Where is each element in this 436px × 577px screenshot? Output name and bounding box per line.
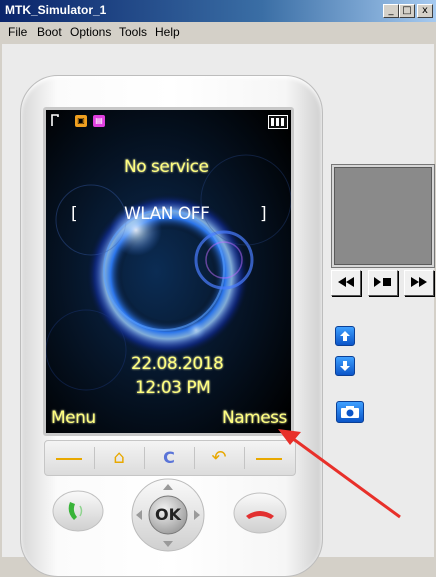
rewind-button[interactable] [331, 270, 361, 296]
camera-icon [341, 406, 359, 418]
fast-forward-icon [411, 277, 427, 287]
end-call-button[interactable] [233, 492, 287, 534]
time-display: 12:03 PM [135, 378, 211, 398]
home-button[interactable]: ⌂ [95, 441, 143, 475]
menu-file[interactable]: File [8, 25, 27, 39]
right-softkey-button[interactable] [245, 441, 293, 475]
wlan-status: WLAN OFF [124, 204, 210, 224]
wlan-right-bracket: ] [260, 204, 267, 224]
right-softkey-label[interactable]: Namess [222, 408, 287, 428]
fast-forward-button[interactable] [404, 270, 434, 296]
home-icon: ⌂ [113, 447, 125, 468]
memory-card-icon: ▤ [93, 115, 105, 127]
date-display: 22.08.2018 [131, 354, 224, 374]
network-status: No service [124, 157, 209, 177]
menu-tools[interactable]: Tools [119, 25, 147, 39]
menu-boot[interactable]: Boot [37, 25, 62, 39]
ok-label[interactable]: OK [150, 505, 186, 524]
menu-options[interactable]: Options [70, 25, 111, 39]
call-button[interactable] [52, 490, 104, 532]
signal-icon [51, 114, 59, 126]
sim-card-icon: ▣ [75, 115, 87, 127]
maximize-button[interactable]: □ [399, 4, 415, 18]
battery-icon [268, 115, 288, 129]
clear-button[interactable]: C [145, 441, 193, 475]
menu-help[interactable]: Help [155, 25, 180, 39]
left-softkey-button[interactable] [45, 441, 93, 475]
rewind-icon [338, 277, 354, 287]
close-button[interactable]: x [417, 4, 433, 18]
function-key-bar: ⌂ C ↶ [44, 440, 296, 476]
volume-up-button[interactable] [335, 326, 355, 346]
back-button[interactable]: ↶ [195, 441, 243, 475]
window-title: MTK_Simulator_1 [5, 3, 107, 17]
up-icon [340, 331, 350, 341]
wlan-left-bracket: [ [71, 204, 78, 224]
play-stop-icon [374, 277, 391, 287]
title-bar: MTK_Simulator_1 _ □ x [0, 0, 436, 22]
sub-screen [334, 167, 432, 265]
left-softkey-label[interactable]: Menu [51, 408, 96, 428]
play-stop-button[interactable] [368, 270, 398, 296]
left-softkey-dash [56, 457, 82, 460]
back-icon: ↶ [211, 447, 227, 468]
camera-button[interactable] [336, 401, 364, 423]
clear-icon: C [163, 448, 175, 467]
volume-down-button[interactable] [335, 356, 355, 376]
right-softkey-dash [256, 457, 282, 460]
down-icon [340, 361, 350, 371]
menu-bar: File Boot Options Tools Help [0, 22, 436, 42]
phone-screen[interactable]: ▣ ▤ No service [ WLAN OFF ] 22.08.2018 1… [46, 110, 291, 433]
minimize-button[interactable]: _ [383, 4, 399, 18]
